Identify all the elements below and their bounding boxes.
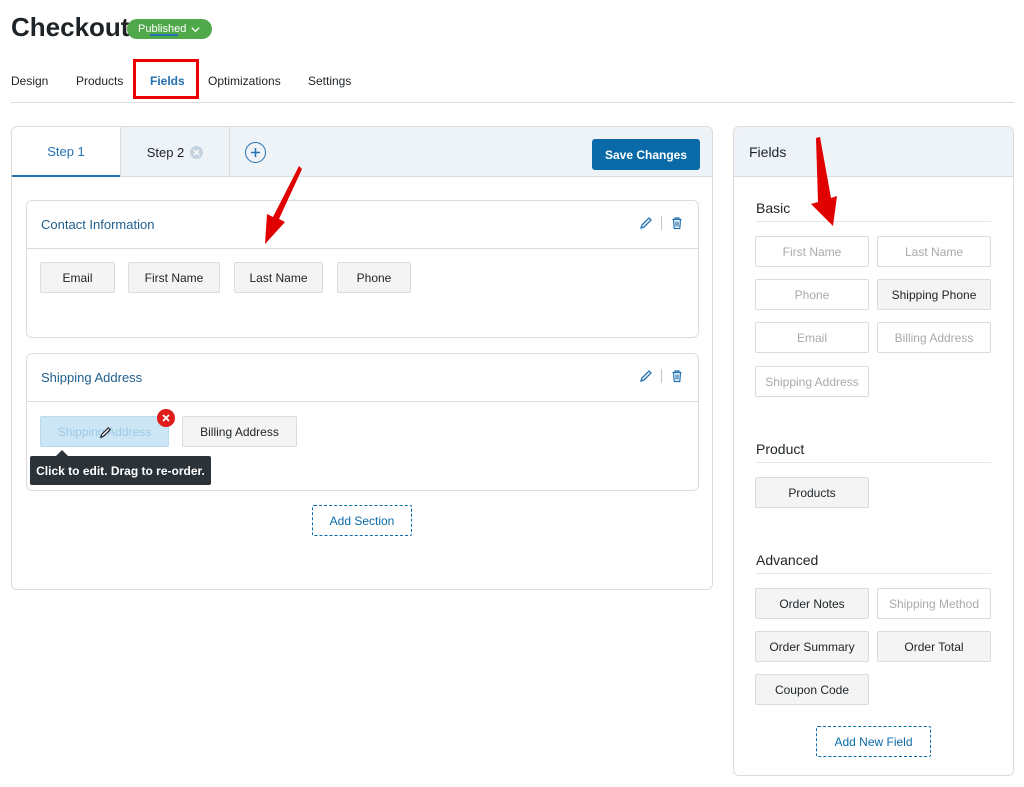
plus-icon	[251, 148, 260, 157]
divider	[756, 221, 991, 222]
step-tab-2[interactable]: Step 2	[120, 127, 230, 177]
panel-field-phone[interactable]: Phone	[755, 279, 869, 310]
step-1-label: Step 1	[47, 143, 85, 159]
panel-field-shipping-phone[interactable]: Shipping Phone	[877, 279, 991, 310]
tab-products[interactable]: Products	[76, 74, 123, 88]
tab-settings[interactable]: Settings	[308, 74, 351, 88]
panel-field-email[interactable]: Email	[755, 322, 869, 353]
tab-design[interactable]: Design	[11, 74, 48, 88]
trash-icon[interactable]	[670, 369, 684, 383]
divider	[756, 573, 991, 574]
field-chip-billing-address[interactable]: Billing Address	[182, 416, 297, 447]
divider	[756, 462, 991, 463]
save-changes-button[interactable]: Save Changes	[592, 139, 700, 170]
panel-field-order-summary[interactable]: Order Summary	[755, 631, 869, 662]
panel-field-billing-address[interactable]: Billing Address	[877, 322, 991, 353]
panel-field-shipping-method[interactable]: Shipping Method	[877, 588, 991, 619]
panel-field-last-name[interactable]: Last Name	[877, 236, 991, 267]
close-icon	[162, 414, 170, 422]
section-actions	[639, 216, 684, 230]
close-icon[interactable]	[190, 145, 204, 159]
pencil-icon[interactable]	[639, 369, 653, 383]
step-bar: Step 1 Step 2 Save Changes	[12, 127, 712, 177]
panel-field-order-notes[interactable]: Order Notes	[755, 588, 869, 619]
section-title: Shipping Address	[41, 370, 143, 385]
status-dropdown[interactable]: Published	[127, 19, 213, 39]
add-section-button[interactable]: Add Section	[312, 505, 412, 536]
trash-icon[interactable]	[670, 216, 684, 230]
pencil-icon[interactable]	[639, 216, 653, 230]
field-chip-first-name[interactable]: First Name	[128, 262, 220, 293]
page-title: Checkout	[11, 12, 130, 42]
section-header: Shipping Address	[27, 354, 698, 402]
panel-title: Fields	[734, 127, 1013, 177]
group-title-basic: Basic	[756, 200, 791, 216]
add-step-button[interactable]	[245, 142, 266, 163]
step-2-label: Step 2	[146, 144, 185, 160]
group-title-product: Product	[756, 441, 805, 457]
panel-field-first-name[interactable]: First Name	[755, 236, 869, 267]
group-title-advanced: Advanced	[756, 552, 819, 568]
add-new-field-button[interactable]: Add New Field	[816, 726, 931, 757]
pencil-icon	[99, 427, 111, 439]
panel-field-coupon-code[interactable]: Coupon Code	[755, 674, 869, 705]
tooltip: Click to edit. Drag to re-order.	[30, 450, 211, 485]
field-chip-phone[interactable]: Phone	[337, 262, 411, 293]
annotation-highlight-box	[133, 59, 199, 99]
section-title: Contact Information	[41, 217, 155, 232]
panel-field-order-total[interactable]: Order Total	[877, 631, 991, 662]
field-chip-last-name[interactable]: Last Name	[234, 262, 323, 293]
remove-field-button[interactable]	[157, 409, 175, 427]
divider	[661, 369, 662, 383]
section-header: Contact Information	[27, 201, 698, 249]
section-actions	[639, 369, 684, 383]
divider	[661, 216, 662, 230]
panel-field-products[interactable]: Products	[755, 477, 869, 508]
tab-optimizations[interactable]: Optimizations	[208, 74, 281, 88]
field-chip-email[interactable]: Email	[40, 262, 115, 293]
active-tab-underline	[150, 34, 178, 36]
panel-field-shipping-address[interactable]: Shipping Address	[755, 366, 869, 397]
step-tab-1[interactable]: Step 1	[12, 127, 120, 177]
chevron-down-icon	[191, 26, 200, 32]
